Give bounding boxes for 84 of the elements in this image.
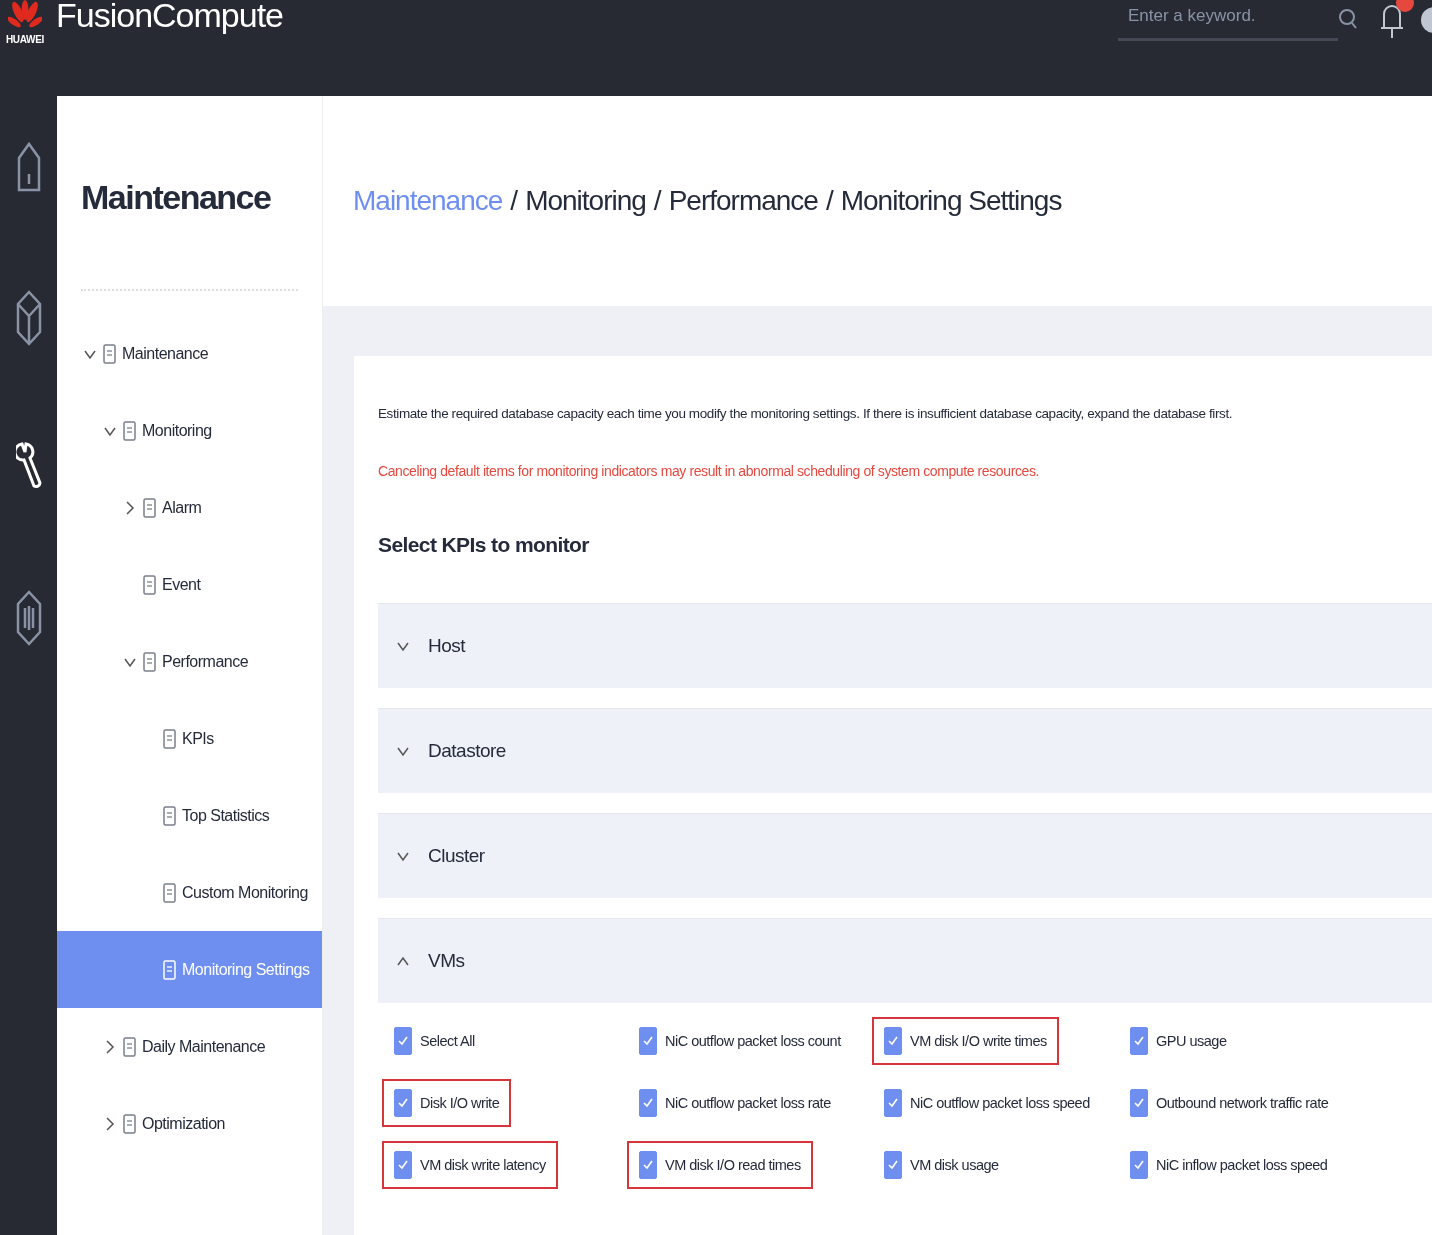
checkbox-option[interactable]: NiC inflow packet loss speed (1118, 1141, 1340, 1189)
sidebar-title: Maintenance (81, 178, 272, 217)
check-icon (642, 1035, 654, 1047)
page-icon (163, 805, 176, 826)
checkbox-option[interactable]: Outbound network traffic rate (1118, 1079, 1341, 1127)
section-title: Select KPIs to monitor (378, 533, 590, 557)
checkbox[interactable] (884, 1089, 902, 1117)
accordion-label: Datastore (428, 740, 506, 762)
check-icon (397, 1035, 409, 1047)
breadcrumb-separator: / (653, 185, 661, 217)
chevron-right-icon[interactable] (103, 1039, 117, 1054)
page-icon (123, 1113, 136, 1134)
highlighted-checkbox-option[interactable]: VM disk write latency (382, 1141, 558, 1189)
check-icon (642, 1097, 654, 1109)
tree-item[interactable]: Optimization (57, 1085, 322, 1162)
breadcrumb-separator: / (825, 185, 833, 217)
accordion-label: Host (428, 635, 466, 657)
breadcrumb-item: Monitoring (525, 185, 646, 217)
checkbox[interactable] (1130, 1027, 1148, 1055)
checkbox-option[interactable]: NiC outflow packet loss count (627, 1017, 853, 1065)
tree-item[interactable]: Alarm (57, 469, 322, 546)
brand-name: HUAWEI (5, 34, 45, 45)
check-icon (887, 1035, 899, 1047)
accordion-header[interactable]: Datastore (378, 708, 1432, 793)
tree-item[interactable]: Event (57, 546, 322, 623)
page-icon (163, 728, 176, 749)
highlighted-checkbox-option[interactable]: Disk I/O write (382, 1079, 512, 1127)
checkbox-option[interactable]: VM disk usage (872, 1141, 1011, 1189)
check-icon (1133, 1159, 1145, 1171)
page-icon (163, 882, 176, 903)
check-icon (397, 1159, 409, 1171)
cube-icon[interactable] (15, 288, 42, 348)
accordion-label: VMs (428, 950, 465, 972)
highlighted-checkbox-option[interactable]: VM disk I/O read times (627, 1141, 813, 1189)
check-icon (887, 1159, 899, 1171)
checkbox[interactable] (639, 1151, 657, 1179)
breadcrumb-item: Monitoring Settings (840, 185, 1062, 217)
breadcrumb-item: Performance (668, 185, 818, 217)
server-icon[interactable] (15, 588, 42, 648)
checkbox[interactable] (1130, 1151, 1148, 1179)
checkbox-option[interactable]: Select All (382, 1017, 487, 1065)
page-icon (163, 959, 176, 980)
checkbox[interactable] (639, 1089, 657, 1117)
notice-text: Estimate the required database capacity each time you modify the monitoring settings. If there is insufficient database capacity, expand the database first. (378, 406, 1234, 421)
page-icon (103, 343, 116, 364)
tree-item[interactable]: KPIs (57, 700, 322, 777)
page-icon (123, 420, 136, 441)
page-icon (143, 497, 156, 518)
tree-item[interactable]: Custom Monitoring (57, 854, 322, 931)
tree-item[interactable]: Daily Maintenance (57, 1008, 322, 1085)
checkbox[interactable] (1130, 1089, 1148, 1117)
accordion-header[interactable]: VMs (378, 918, 1432, 1003)
accordion-header[interactable]: Host (378, 603, 1432, 688)
page-icon (143, 651, 156, 672)
checkbox[interactable] (884, 1027, 902, 1055)
chevron-right-icon[interactable] (123, 500, 137, 515)
tree-item[interactable]: Performance (57, 623, 322, 700)
check-icon (1133, 1097, 1145, 1109)
check-icon (397, 1097, 409, 1109)
highlighted-checkbox-option[interactable]: VM disk I/O write times (872, 1017, 1059, 1065)
tree-item[interactable]: Top Statistics (57, 777, 322, 854)
checkbox[interactable] (394, 1027, 412, 1055)
checkbox[interactable] (884, 1151, 902, 1179)
tree-item[interactable]: Monitoring (57, 392, 322, 469)
warning-text: Canceling default items for monitoring indicators may result in abnormal scheduling of system compute resources. (378, 463, 1040, 479)
chevron-right-icon[interactable] (103, 1116, 117, 1131)
checkbox-option[interactable]: NiC outflow packet loss rate (627, 1079, 843, 1127)
search-field[interactable]: Enter a keyword. (1118, 4, 1338, 41)
tree-item[interactable]: Maintenance (57, 315, 322, 392)
checkbox[interactable] (394, 1089, 412, 1117)
accordion-label: Cluster (428, 845, 485, 867)
checkbox-option[interactable]: NiC outflow packet loss speed (872, 1079, 1102, 1127)
check-icon (887, 1097, 899, 1109)
check-icon (642, 1159, 654, 1171)
search-icon[interactable] (1338, 8, 1358, 30)
checkbox[interactable] (639, 1027, 657, 1055)
page-icon (123, 1036, 136, 1057)
page-icon (143, 574, 156, 595)
checkbox[interactable] (394, 1151, 412, 1179)
checkbox-option[interactable]: GPU usage (1118, 1017, 1239, 1065)
app-title: FusionCompute (56, 0, 283, 35)
check-icon (1133, 1035, 1145, 1047)
accordion-header[interactable]: Cluster (378, 813, 1432, 898)
breadcrumb-separator: / (510, 185, 518, 217)
